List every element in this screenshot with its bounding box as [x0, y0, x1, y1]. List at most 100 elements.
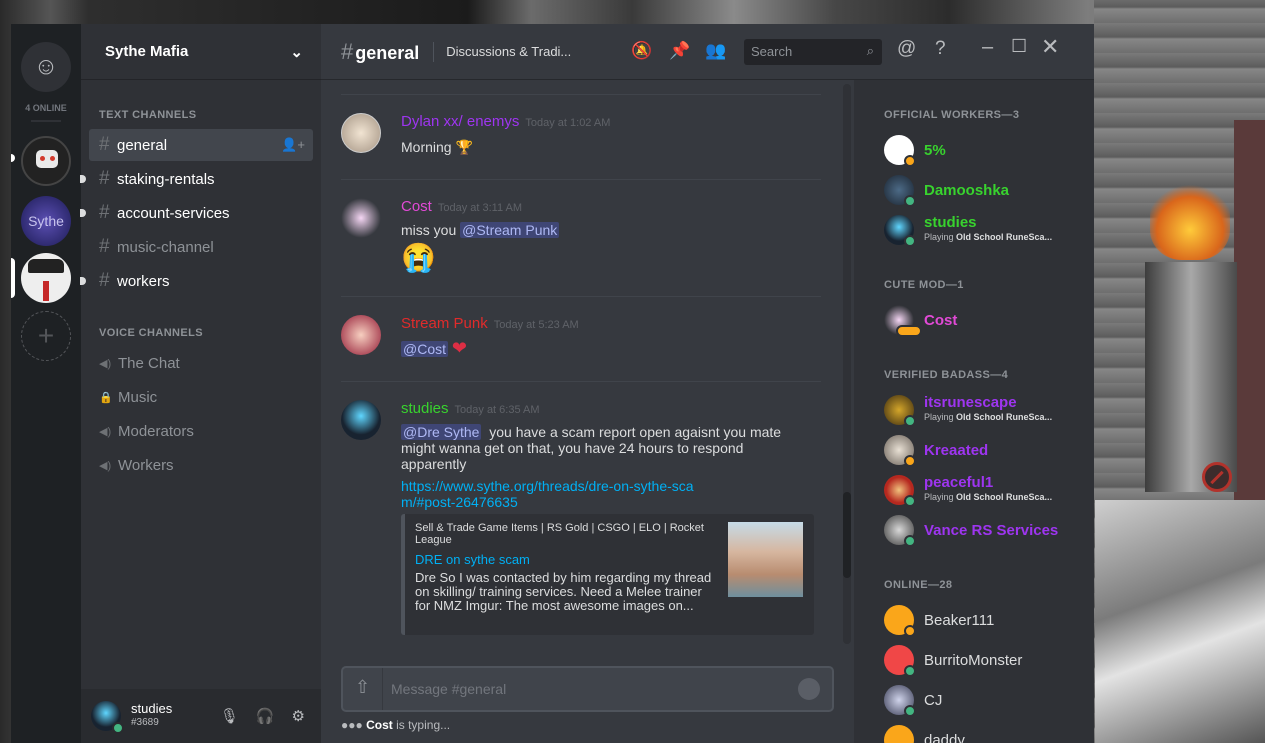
embed-thumbnail[interactable]: [728, 522, 803, 597]
message-link[interactable]: https://www.sythe.org/threads/dre-on-syt…: [401, 478, 701, 510]
member-item[interactable]: 5%: [884, 134, 1084, 168]
server-icon-robot[interactable]: [21, 136, 71, 186]
message-timestamp: Today at 6:35 AM: [454, 404, 540, 416]
avatar[interactable]: [341, 113, 381, 153]
divider: [341, 381, 821, 382]
user-mention[interactable]: @Dre Sythe: [401, 424, 482, 440]
member-group-title: ONLINE—28: [884, 579, 953, 591]
channel-general[interactable]: # general 👤+: [89, 129, 313, 161]
message-author[interactable]: Cost: [401, 198, 432, 215]
channel-label: Moderators: [118, 422, 194, 440]
avatar[interactable]: [341, 400, 381, 440]
lock-icon: 🔒: [99, 391, 113, 404]
member-item[interactable]: daddy: [884, 724, 1084, 743]
mention-icon[interactable]: @: [897, 38, 916, 60]
divider: [341, 94, 821, 95]
username: studies: [131, 701, 173, 716]
channel-staking-rentals[interactable]: # staking-rentals: [80, 163, 313, 195]
member-item[interactable]: Beaker111: [884, 604, 1084, 638]
member-group-title: CUTE MOD—1: [884, 279, 964, 291]
minimize-icon[interactable]: –: [982, 36, 993, 59]
channel-music-channel[interactable]: # music-channel: [89, 231, 313, 263]
user-mention[interactable]: @Cost: [401, 341, 448, 357]
maximize-icon[interactable]: ☐: [1011, 36, 1027, 57]
member-item[interactable]: itsrunescape Playing Old School RuneSca.…: [884, 394, 1084, 428]
message-author[interactable]: Dylan xx/ enemys: [401, 113, 519, 130]
gear-icon[interactable]: ⚙: [292, 707, 305, 725]
member-item[interactable]: CJ: [884, 684, 1084, 718]
scrollbar[interactable]: [843, 84, 851, 644]
mute-bell-icon[interactable]: 🔕: [631, 41, 652, 61]
search-placeholder: Search: [751, 44, 793, 59]
search-input[interactable]: Search ⌕: [744, 39, 882, 65]
channel-account-services[interactable]: # account-services: [80, 197, 313, 229]
help-icon[interactable]: ?: [935, 38, 946, 60]
user-tag: #3689: [131, 717, 159, 728]
friends-icon[interactable]: ☺: [21, 42, 71, 92]
member-name: CJ: [924, 692, 943, 709]
torch-fire: [1150, 185, 1230, 260]
server-header[interactable]: Sythe Mafia ⌄: [81, 24, 321, 80]
scrollbar-thumb[interactable]: [843, 492, 851, 578]
voice-channel-moderators[interactable]: ◀) Moderators: [89, 415, 313, 447]
server-icon-sythe-mafia[interactable]: [21, 253, 71, 303]
avatar[interactable]: [91, 701, 124, 734]
member-item[interactable]: studies Playing Old School RuneSca...: [884, 214, 1084, 248]
headphones-icon[interactable]: 🎧: [256, 707, 275, 725]
embed-title[interactable]: DRE on sythe scam: [415, 552, 530, 567]
avatar[interactable]: [341, 198, 381, 238]
message-timestamp: Today at 1:02 AM: [525, 117, 611, 129]
member-name: 5%: [924, 142, 946, 159]
voice-channel-the-chat[interactable]: ◀) The Chat: [89, 347, 313, 379]
online-count: 4 ONLINE: [25, 103, 67, 113]
pin-icon[interactable]: 📌: [669, 41, 690, 61]
member-name: Beaker111: [924, 612, 995, 629]
message-timestamp: Today at 3:11 AM: [437, 202, 523, 214]
member-item[interactable]: peaceful1 Playing Old School RuneSca...: [884, 474, 1084, 508]
embed-provider: Sell & Trade Game Items | RS Gold | CSGO…: [415, 522, 704, 546]
channel-title: # general: [341, 38, 420, 64]
member-activity: Playing Old School RuneSca...: [924, 232, 1053, 242]
member-item[interactable]: Vance RS Services: [884, 514, 1084, 548]
channel-topic[interactable]: Discussions & Tradi...: [433, 41, 571, 62]
invite-icon[interactable]: 👤+: [281, 137, 305, 153]
message-text: @Dre Sythe you have a scam report open a…: [401, 424, 782, 472]
speaker-icon: ◀): [99, 459, 112, 472]
upload-icon[interactable]: ⇧: [343, 668, 383, 710]
hash-icon: #: [99, 134, 110, 155]
desktop-lower: [1095, 500, 1265, 743]
member-name: BurritoMonster: [924, 652, 1023, 669]
hash-icon: #: [99, 168, 110, 189]
message-author[interactable]: Stream Punk: [401, 315, 488, 332]
channel-workers[interactable]: # workers: [80, 265, 313, 297]
no-entry-icon[interactable]: [1202, 462, 1232, 492]
add-server-icon[interactable]: +: [21, 311, 71, 361]
hash-icon: #: [99, 202, 110, 223]
member-name: Cost: [924, 312, 958, 329]
message-text: Morning 🏆: [401, 139, 473, 155]
message-text: @Cost ❤: [401, 338, 467, 358]
message-input[interactable]: Message #general: [391, 681, 506, 697]
member-activity: Playing Old School RuneSca...: [924, 412, 1053, 422]
member-item[interactable]: Kreaated: [884, 434, 1084, 468]
member-name: studies: [924, 214, 977, 231]
member-item[interactable]: BurritoMonster: [884, 644, 1084, 678]
member-item[interactable]: Cost: [884, 304, 1084, 338]
message-author[interactable]: studies: [401, 400, 449, 417]
emoji-icon[interactable]: [798, 678, 820, 700]
voice-channel-workers[interactable]: ◀) Workers: [89, 449, 313, 481]
user-mention[interactable]: @Stream Punk: [460, 222, 560, 238]
member-item[interactable]: Damooshka: [884, 174, 1084, 208]
avatar[interactable]: [341, 315, 381, 355]
text-channels-header[interactable]: TEXT CHANNELS: [99, 109, 196, 121]
voice-channel-music[interactable]: 🔒 Music: [89, 381, 313, 413]
server-icon-sythe[interactable]: Sythe: [21, 196, 71, 246]
link-embed: Sell & Trade Game Items | RS Gold | CSGO…: [401, 514, 814, 635]
channel-label: general: [117, 136, 168, 154]
microphone-icon[interactable]: 🎙: [220, 707, 239, 725]
close-icon[interactable]: ✕: [1041, 34, 1059, 60]
member-name: daddy: [924, 732, 965, 743]
message-composer[interactable]: ⇧ Message #general: [341, 666, 834, 712]
member-list-icon[interactable]: 👥: [705, 41, 726, 61]
voice-channels-header[interactable]: VOICE CHANNELS: [99, 327, 203, 339]
